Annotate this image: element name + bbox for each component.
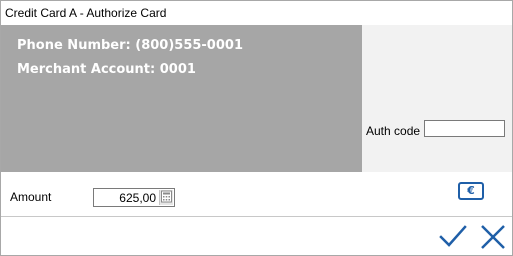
title-bar: Credit Card A - Authorize Card [1,1,512,25]
checkmark-icon [439,225,467,247]
amount-value: 625,00 [119,191,156,205]
merchant-info-panel: Phone Number: (800)555-0001 Merchant Acc… [1,25,362,172]
euro-currency-button[interactable]: € [458,182,484,200]
close-icon [481,225,505,249]
authorize-card-window: Credit Card A - Authorize Card Phone Num… [0,0,513,256]
merchant-account-text: Merchant Account: 0001 [17,62,196,77]
auth-code-label: Auth code [366,124,421,138]
window-title: Credit Card A - Authorize Card [5,6,167,20]
calculator-icon[interactable] [159,190,173,205]
euro-icon: € [467,184,475,197]
amount-label: Amount [10,190,52,204]
confirm-button[interactable] [438,222,468,252]
phone-number-text: Phone Number: (800)555-0001 [17,38,243,53]
content-area: Phone Number: (800)555-0001 Merchant Acc… [1,25,512,172]
cancel-button[interactable] [478,222,508,252]
amount-field[interactable]: 625,00 [93,188,175,207]
auth-code-input[interactable] [424,120,505,137]
footer-divider [1,216,512,217]
